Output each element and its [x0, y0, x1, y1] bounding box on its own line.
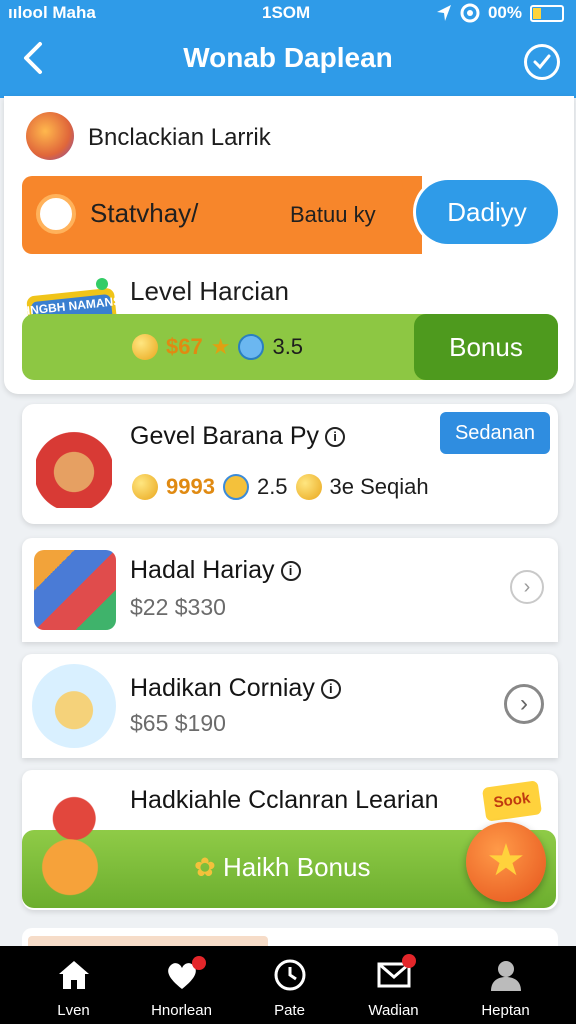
alarm-icon	[460, 3, 480, 23]
chevron-right-icon[interactable]: ›	[504, 684, 544, 724]
status-right: 00%	[436, 3, 564, 23]
battery-percent: 00%	[487, 3, 522, 22]
nav-label: Wadian	[368, 1002, 419, 1019]
user-name: Bnclackian Larrik	[88, 124, 271, 151]
mascot-image	[28, 786, 112, 902]
item-title: Gevel Barana Py i	[130, 422, 345, 451]
coin-icon	[295, 474, 322, 500]
gift-icon: ✿	[194, 852, 216, 882]
battery-icon	[530, 4, 564, 22]
info-icon[interactable]: i	[280, 561, 301, 582]
level-time: 3.5	[272, 334, 304, 359]
notification-dot	[402, 954, 416, 968]
location-icon	[436, 5, 451, 21]
page-title: Wonab Daplean	[183, 42, 393, 73]
item-title: Hadal Hariay i	[130, 556, 301, 585]
timer-icon	[238, 334, 265, 360]
home-icon	[59, 961, 89, 989]
info-icon[interactable]: i	[325, 427, 345, 448]
item-coins: 9993	[166, 474, 215, 499]
coin-icon	[132, 474, 158, 500]
bonus-banner-label: ✿ Haikh Bonus	[194, 852, 371, 882]
nav-label: Lven	[57, 1002, 90, 1019]
coin-icon	[132, 334, 158, 360]
bonus-button[interactable]: Bonus	[414, 314, 558, 380]
carrier-label: ıılool Maha	[8, 3, 96, 22]
item-price: $22 $330	[130, 594, 226, 620]
flame-icon	[36, 194, 76, 234]
clock-icon	[274, 959, 306, 991]
nav-item-profile[interactable]: Heptan	[448, 946, 563, 1024]
bottom-nav: Lven Hnorlean Pate Wadian Heptan	[0, 946, 576, 1024]
promo-sublabel: Batuu ky	[290, 202, 376, 227]
item-title: Hadkiahle Cclanran Learian	[130, 786, 439, 814]
item-price: $65 $190	[130, 710, 226, 736]
notification-dot	[192, 956, 206, 970]
nav-label: Heptan	[481, 1002, 530, 1019]
nav-label: Pate	[274, 1002, 305, 1019]
coffee-cup-image	[36, 418, 112, 508]
avatar[interactable]	[26, 112, 74, 160]
snacks-image	[34, 550, 116, 630]
item-time: 2.5	[256, 474, 288, 499]
nav-item-history[interactable]: Pate	[232, 946, 347, 1024]
nav-item-favorites[interactable]: Hnorlean	[124, 946, 239, 1024]
level-title: Level Harcian	[130, 276, 289, 306]
timer-icon	[222, 474, 249, 500]
info-icon[interactable]: i	[320, 679, 341, 700]
level-coins: $67	[166, 334, 203, 359]
nav-label: Hnorlean	[151, 1002, 212, 1019]
nav-item-home[interactable]: Lven	[16, 946, 131, 1024]
app-header: ıılool Maha 1SOM 00% Wonab Daplean	[0, 0, 576, 98]
drink-can-image	[32, 664, 116, 748]
item-stats: 9993 2.5 3e Seqiah	[132, 474, 429, 500]
nav-item-messages[interactable]: Wadian	[336, 946, 451, 1024]
level-stats: $67 ★ 3.5	[132, 334, 303, 360]
star-icon: ★	[210, 334, 231, 359]
promo-label: Statvhay/	[90, 198, 199, 228]
status-bar: ıılool Maha 1SOM 00%	[0, 0, 576, 28]
profile-icon	[491, 961, 521, 991]
star-fab-button[interactable]: ★	[466, 822, 546, 902]
item-extra: 3e Seqiah	[329, 474, 429, 499]
promo-button[interactable]: Dadiyy	[416, 180, 558, 244]
item-title: Hadikan Corniay i	[130, 674, 341, 703]
confirm-button[interactable]	[524, 44, 560, 80]
check-circle-icon	[533, 54, 551, 70]
chevron-right-icon[interactable]: ›	[510, 570, 544, 604]
item-tag-button[interactable]: Sedanan	[440, 412, 550, 454]
status-time: 1SOM	[262, 3, 311, 22]
star-icon: ★	[486, 836, 526, 885]
